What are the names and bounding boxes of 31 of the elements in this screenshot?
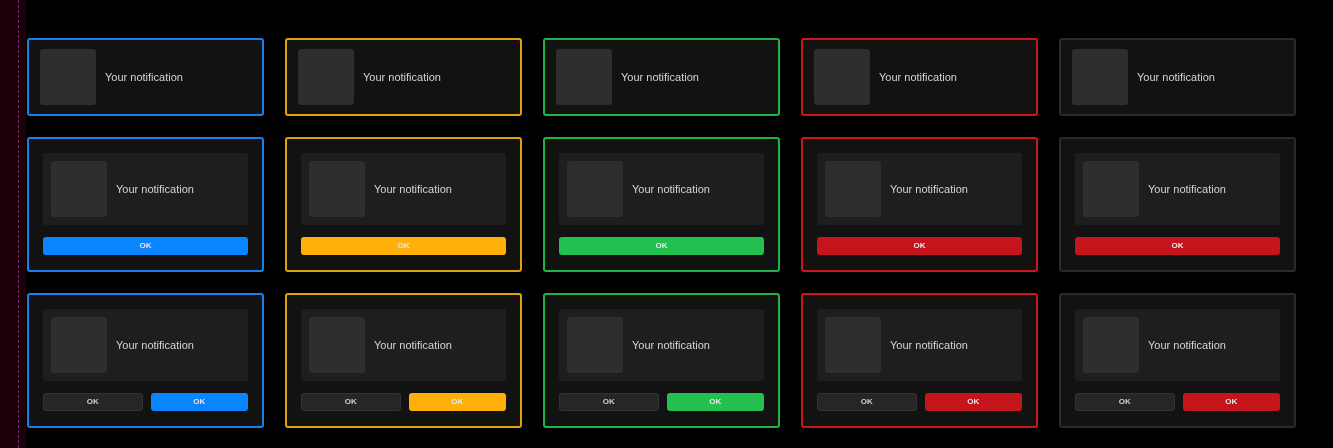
notification-text: Your notification [632,181,710,197]
notification-text: Your notification [1137,69,1215,85]
notification-text: Your notification [105,69,183,85]
notification-text: Your notification [1148,337,1226,353]
ok-button[interactable]: OK [43,237,248,255]
ok-button[interactable]: OK [924,393,1022,411]
ok-button[interactable]: OK [1182,393,1280,411]
notification-text: Your notification [374,181,452,197]
ok-button[interactable]: OK [1075,237,1280,255]
ok-button[interactable]: OK [301,393,401,411]
notification-text: Your notification [621,69,699,85]
ok-button[interactable]: OK [559,393,659,411]
ok-button[interactable]: OK [817,237,1022,255]
notification-text: Your notification [116,181,194,197]
thumbnail [814,49,870,105]
ok-button[interactable]: OK [817,393,917,411]
notification-text: Your notification [374,337,452,353]
notification-text: Your notification [890,337,968,353]
ok-button[interactable]: OK [1075,393,1175,411]
thumbnail [556,49,612,105]
ok-button[interactable]: OK [43,393,143,411]
notification-text: Your notification [1148,181,1226,197]
thumbnail [40,49,96,105]
notification-text: Your notification [363,69,441,85]
thumbnail [1072,49,1128,105]
ok-button[interactable]: OK [150,393,248,411]
notification-text: Your notification [879,69,957,85]
notification-text: Your notification [632,337,710,353]
thumbnail [298,49,354,105]
notification-text: Your notification [890,181,968,197]
notification-text: Your notification [116,337,194,353]
